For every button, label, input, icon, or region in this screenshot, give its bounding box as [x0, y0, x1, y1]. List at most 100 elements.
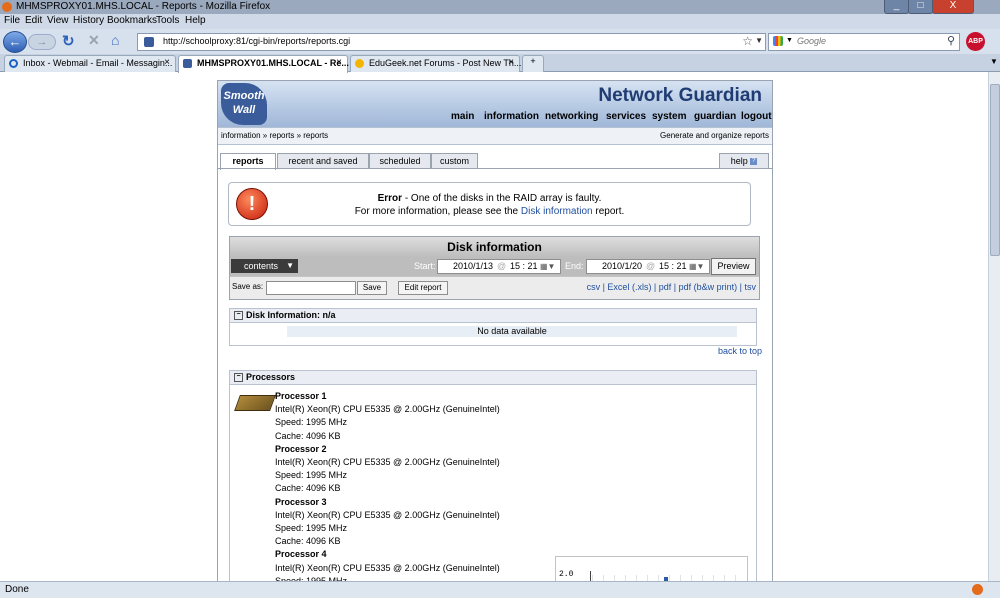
- menu-bookmarks[interactable]: Bookmarks: [107, 15, 157, 26]
- back-to-top-link[interactable]: back to top: [718, 346, 762, 356]
- processor-name: Processor 1: [275, 391, 327, 401]
- menu-view[interactable]: View: [47, 15, 69, 26]
- minimize-button[interactable]: _: [884, 0, 909, 14]
- nav-system[interactable]: system: [652, 111, 686, 122]
- processor-list: Processor 1 Intel(R) Xeon(R) CPU E5335 @…: [275, 390, 500, 582]
- window-titlebar: MHMSPROXY01.MHS.LOCAL - Reports - Mozill…: [0, 0, 1000, 14]
- breadcrumb: information » reports » reports Generate…: [218, 127, 772, 145]
- tab-label: Inbox - Webmail - Email - Messagin...: [23, 58, 173, 68]
- scrollbar-thumb[interactable]: [990, 84, 1000, 256]
- processor-speed: Speed: 1995 MHz: [275, 417, 348, 428]
- processor-name: Processor 2: [275, 443, 327, 454]
- tab-label: EduGeek.net Forums - Post New Th...: [369, 58, 522, 68]
- nav-guardian[interactable]: guardian: [694, 111, 736, 122]
- nav-services[interactable]: services: [606, 111, 646, 122]
- contents-dropdown[interactable]: contents ▼: [231, 259, 298, 273]
- processor-name: Processor 4: [275, 549, 327, 560]
- end-date: 2010/1/20: [602, 261, 643, 271]
- processor-chip-icon: [234, 395, 276, 411]
- save-row: Save as: Save Edit report csv | Excel (.…: [230, 276, 759, 299]
- end-date-field[interactable]: 2010/1/20 @ 15 : 21 ▦▼: [586, 259, 710, 274]
- nav-information[interactable]: information: [484, 111, 539, 122]
- save-as-label: Save as:: [232, 282, 264, 291]
- report-title: Disk information: [230, 237, 759, 257]
- disk-information-section: − Disk Information: n/a No data available: [229, 308, 757, 346]
- maximize-button[interactable]: □: [908, 0, 933, 14]
- tab-inbox-webmail[interactable]: Inbox - Webmail - Email - Messagin... ×: [4, 55, 176, 72]
- product-name: Network Guardian: [598, 85, 762, 106]
- nav-networking[interactable]: networking: [545, 111, 598, 122]
- tab-recent-and-saved[interactable]: recent and saved: [277, 153, 369, 169]
- close-tab-icon[interactable]: ×: [508, 57, 514, 68]
- calendar-icon[interactable]: ▦▼: [689, 260, 704, 273]
- tab-edugeek-forums[interactable]: EduGeek.net Forums - Post New Th... ×: [350, 55, 522, 72]
- export-links[interactable]: csv | Excel (.xls) | pdf | pdf (b&w prin…: [587, 282, 756, 292]
- menu-tools[interactable]: Tools: [156, 15, 179, 26]
- processor-speed: Speed: 1995 MHz: [275, 470, 348, 481]
- stop-icon[interactable]: ✕: [88, 32, 103, 48]
- close-window-button[interactable]: X: [932, 0, 974, 14]
- help-tab[interactable]: help ?: [719, 153, 769, 169]
- warning-icon: [355, 59, 364, 68]
- collapse-icon[interactable]: −: [234, 311, 243, 321]
- menu-edit[interactable]: Edit: [25, 15, 42, 26]
- search-icon[interactable]: ⚲: [947, 34, 955, 47]
- processor-cache: Cache: 4096 KB: [275, 483, 341, 494]
- home-icon[interactable]: ⌂: [111, 32, 127, 48]
- error-line-2: For more information, please see the Dis…: [229, 206, 750, 217]
- page-description: Generate and organize reports: [660, 131, 769, 140]
- main-navigation: main information networking services sys…: [218, 108, 772, 127]
- back-button[interactable]: ←: [3, 31, 27, 53]
- section-header[interactable]: − Processors: [230, 371, 756, 385]
- window-title: MHMSPROXY01.MHS.LOCAL - Reports - Mozill…: [16, 1, 271, 12]
- forward-button[interactable]: →: [28, 34, 56, 50]
- disk-information-link[interactable]: Disk information: [521, 206, 593, 217]
- url-text: http://schoolproxy:81/cgi-bin/reports/re…: [163, 36, 351, 46]
- start-date-field[interactable]: 2010/1/13 @ 15 : 21 ▦▼: [437, 259, 561, 274]
- save-button[interactable]: Save: [357, 281, 387, 295]
- new-tab-button[interactable]: +: [522, 55, 544, 72]
- smoothwall-page: Smooth Wall Network Guardian main inform…: [217, 80, 773, 583]
- error-text: - One of the disks in the RAID array is …: [402, 193, 602, 204]
- error-title: Error: [377, 193, 403, 204]
- reload-icon[interactable]: ↻: [62, 32, 77, 50]
- search-engine-dropdown-icon[interactable]: ▼: [786, 37, 793, 44]
- menu-file[interactable]: File: [4, 15, 20, 26]
- error-message-box: ! Error - One of the disks in the RAID a…: [228, 182, 751, 226]
- nav-main[interactable]: main: [451, 111, 474, 122]
- calendar-icon[interactable]: ▦▼: [540, 260, 555, 273]
- preview-button[interactable]: Preview: [711, 258, 756, 275]
- menu-help[interactable]: Help: [185, 15, 206, 26]
- collapse-icon[interactable]: −: [234, 373, 243, 383]
- search-placeholder: Google: [797, 36, 827, 46]
- search-bar[interactable]: ▼ Google ⚲: [768, 33, 960, 51]
- report-panel: Disk information contents ▼ Start: 2010/…: [229, 236, 760, 300]
- breadcrumb-path[interactable]: information » reports » reports: [221, 131, 328, 140]
- tab-custom[interactable]: custom: [431, 153, 478, 169]
- start-date: 2010/1/13: [453, 261, 494, 271]
- adblock-plus-button[interactable]: ABP: [966, 32, 985, 51]
- address-bar[interactable]: http://schoolproxy:81/cgi-bin/reports/re…: [137, 33, 766, 51]
- close-tab-icon[interactable]: ×: [336, 57, 342, 68]
- tab-list-icon[interactable]: ▼: [990, 57, 998, 66]
- no-data-message: No data available: [287, 326, 737, 337]
- product-header: Smooth Wall Network Guardian main inform…: [218, 81, 772, 127]
- tab-scheduled[interactable]: scheduled: [369, 153, 431, 169]
- report-controls: contents ▼ Start: 2010/1/13 @ 15 : 21 ▦▼…: [230, 257, 759, 276]
- tab-reports[interactable]: MHMSPROXY01.MHS.LOCAL - Re... ×: [178, 55, 349, 73]
- error-line-1: Error - One of the disks in the RAID arr…: [229, 193, 750, 204]
- save-as-input[interactable]: [266, 281, 356, 295]
- menu-history[interactable]: History: [73, 15, 104, 26]
- bookmark-star-icon[interactable]: ☆: [742, 34, 753, 48]
- tab-divider: [218, 168, 772, 169]
- processor-speed: Speed: 1995 MHz: [275, 523, 348, 534]
- status-text: Done: [5, 584, 29, 595]
- edit-report-button[interactable]: Edit report: [398, 281, 448, 295]
- close-tab-icon[interactable]: ×: [164, 57, 170, 68]
- processor-model: Intel(R) Xeon(R) CPU E5335 @ 2.00GHz (Ge…: [275, 457, 500, 468]
- url-dropdown-icon[interactable]: ▼: [755, 36, 763, 45]
- section-header[interactable]: − Disk Information: n/a: [230, 309, 756, 323]
- nav-logout[interactable]: logout: [741, 111, 772, 122]
- processor-model: Intel(R) Xeon(R) CPU E5335 @ 2.00GHz (Ge…: [275, 509, 500, 520]
- processors-section: − Processors Processor 1 Intel(R) Xeon(R)…: [229, 370, 757, 582]
